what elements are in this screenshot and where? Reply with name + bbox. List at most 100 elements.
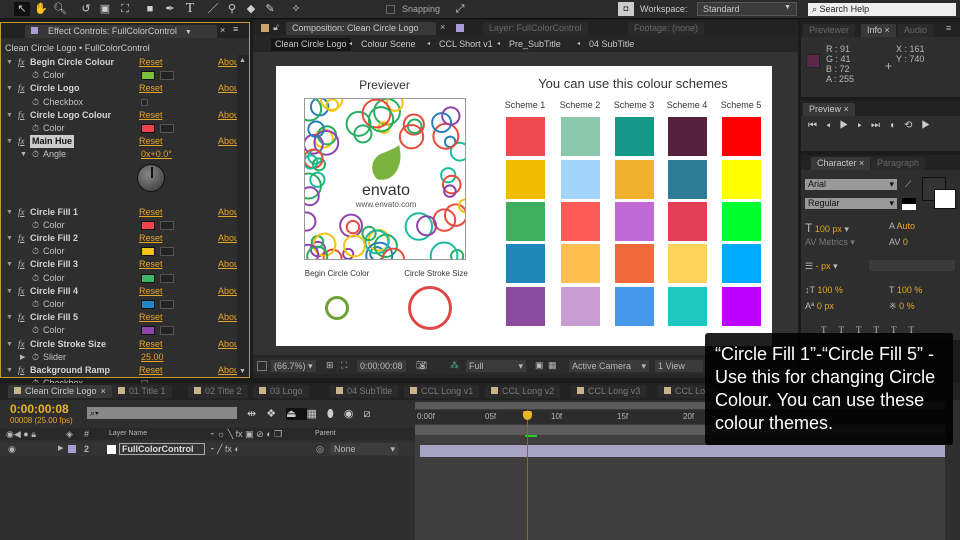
tab-timeline-comp[interactable]: CCL Long v1 [404, 385, 480, 398]
workspace-icon[interactable]: ◘ [618, 2, 634, 16]
baseline-shift-value[interactable]: 0 px [817, 301, 834, 311]
reset-link[interactable]: Reset [139, 364, 163, 377]
scroll-up-icon[interactable]: ▲ [239, 57, 246, 64]
tab-layer[interactable]: Layer: FullColorControl [483, 22, 588, 35]
fx-icon[interactable]: fx [18, 206, 25, 219]
stroke-width-value[interactable]: - px [816, 261, 831, 271]
roto-brush-tool-icon[interactable]: ✎ [262, 2, 278, 16]
grid-icon[interactable]: ⊞ [326, 360, 334, 371]
expand-triangle-icon[interactable]: ▼ [20, 148, 27, 161]
about-link[interactable]: Abou [218, 311, 239, 324]
fx-icon[interactable]: fx [18, 82, 25, 95]
lock-icon[interactable]: 🔓︎ [273, 22, 279, 33]
tracking-value[interactable]: 0 [903, 237, 908, 247]
pickwhip-icon[interactable]: ◎ [316, 444, 324, 455]
ram-preview-icon[interactable]: ▶ [921, 120, 939, 131]
about-link[interactable]: Abou [218, 135, 239, 148]
eyedropper-icon[interactable] [160, 300, 174, 309]
vertical-scale-value[interactable]: 100 % [817, 285, 843, 295]
font-size-value[interactable]: 100 px [815, 224, 842, 234]
expand-triangle-icon[interactable]: ▼ [6, 56, 13, 69]
expand-triangle-icon[interactable]: ▶ [20, 351, 25, 364]
resolution-select[interactable]: Full ▾ [466, 360, 526, 372]
frame-blending-icon[interactable]: ▦ [307, 408, 327, 420]
stopwatch-icon[interactable]: ⏱ [32, 245, 39, 258]
layer-switches[interactable]: ⁃ ╱ fx ◐ [210, 444, 240, 455]
stopwatch-icon[interactable]: ⏱ [32, 122, 39, 135]
reset-link[interactable]: Reset [139, 338, 163, 351]
comp-mini-flowchart-icon[interactable]: ⇹ [247, 408, 266, 420]
close-icon[interactable]: × [440, 22, 445, 32]
fx-icon[interactable]: fx [18, 285, 25, 298]
close-icon[interactable]: × [101, 386, 106, 396]
column-layer-name[interactable]: Layer Name [109, 430, 147, 437]
fx-icon[interactable]: fx [18, 109, 25, 122]
reset-link[interactable]: Reset [139, 206, 163, 219]
reset-link[interactable]: Reset [139, 135, 163, 148]
region-of-interest-icon[interactable]: ▣ [535, 360, 544, 371]
color-swatch[interactable] [141, 220, 155, 230]
search-help-input[interactable]: ⌕ Search Help [808, 3, 956, 16]
tab-timeline-comp[interactable]: 02 Title 2 [188, 385, 248, 398]
property-value[interactable]: 25.00 [141, 351, 164, 364]
eyedropper-icon[interactable] [160, 124, 174, 133]
graph-editor-icon[interactable]: ⧄ [363, 408, 380, 420]
expand-triangle-icon[interactable]: ▼ [6, 206, 13, 219]
black-white-swatch[interactable] [902, 198, 916, 210]
close-icon[interactable]: × [220, 25, 225, 35]
color-swatch[interactable] [141, 326, 155, 336]
horizontal-scale-row[interactable]: T 100 % [889, 285, 922, 295]
expand-triangle-icon[interactable]: ▼ [6, 135, 13, 148]
about-link[interactable]: Abou [218, 232, 239, 245]
breadcrumb-item[interactable]: CCL Short v1 [439, 38, 493, 51]
breadcrumb-item[interactable]: Clean Circle Logo [271, 38, 351, 51]
pen-tool-icon[interactable]: ✒ [162, 2, 178, 16]
tab-effect-controls[interactable]: Effect Controls: FullColorControl ▼ [25, 25, 217, 38]
label-color-icon[interactable] [68, 445, 76, 453]
leading-row[interactable]: A Auto [889, 221, 915, 231]
stroke-width-row[interactable]: ☰ - px ▾ [805, 261, 838, 272]
about-link[interactable]: Abou [218, 206, 239, 219]
about-link[interactable]: Abou [218, 56, 239, 69]
tab-preview[interactable]: Preview × [803, 103, 855, 116]
eyedropper-icon[interactable] [160, 220, 174, 230]
layer-name-field[interactable]: FullColorControl [119, 443, 205, 455]
audio-icon[interactable]: ◖ [889, 120, 904, 131]
expand-triangle-icon[interactable]: ▼ [6, 258, 13, 271]
draft-3d-icon[interactable]: ❖ [266, 408, 286, 420]
brush-tool-icon[interactable]: ／ [205, 2, 221, 16]
previous-frame-icon[interactable]: ◂ [826, 120, 840, 131]
color-swatch[interactable] [141, 124, 155, 133]
tab-timeline-comp[interactable]: CCL Long v2 [485, 385, 561, 398]
expand-triangle-icon[interactable]: ▼ [6, 311, 13, 324]
tab-paragraph[interactable]: Paragraph [871, 157, 926, 170]
tab-footage[interactable]: Footage: (none) [628, 22, 705, 35]
stroke-option-select[interactable] [869, 260, 955, 271]
tab-previewer[interactable]: Previewer [803, 24, 856, 37]
expand-triangle-icon[interactable]: ▶ [58, 444, 63, 452]
clone-stamp-tool-icon[interactable]: ⚲ [224, 2, 240, 16]
selection-tool-icon[interactable]: ↖ [14, 2, 30, 16]
fx-icon[interactable]: fx [18, 232, 25, 245]
eyedropper-icon[interactable] [160, 273, 174, 283]
expand-triangle-icon[interactable]: ▼ [6, 364, 13, 377]
first-frame-icon[interactable]: ⏮ [808, 120, 826, 131]
panel-menu-icon[interactable]: ≡ [946, 23, 951, 33]
color-swatch[interactable] [141, 300, 155, 309]
expand-triangle-icon[interactable]: ▼ [6, 109, 13, 122]
fx-icon[interactable]: fx [18, 56, 25, 69]
stopwatch-icon[interactable]: ⏱ [32, 298, 39, 311]
tsume-row[interactable]: ※ 0 % [889, 301, 915, 312]
color-swatch[interactable] [141, 247, 155, 257]
magnification-select[interactable]: (66.7%) ▾ [271, 360, 316, 372]
camera-select[interactable]: Active Camera ▾ [569, 360, 649, 372]
mask-visibility-icon[interactable]: ⛶ [341, 360, 347, 371]
panel-menu-icon[interactable]: ≡ [233, 24, 238, 34]
reset-link[interactable]: Reset [139, 56, 163, 69]
eyedropper-icon[interactable]: ⟋ [905, 179, 911, 190]
current-time-field[interactable]: 0:00:00:08 [357, 360, 406, 372]
brainstorm-icon[interactable]: ◉ [344, 408, 364, 420]
tab-timeline-comp[interactable]: 03 Logo [253, 385, 309, 398]
timeline-search-input[interactable]: ⌕▾ [87, 407, 237, 419]
reset-link[interactable]: Reset [139, 82, 163, 95]
